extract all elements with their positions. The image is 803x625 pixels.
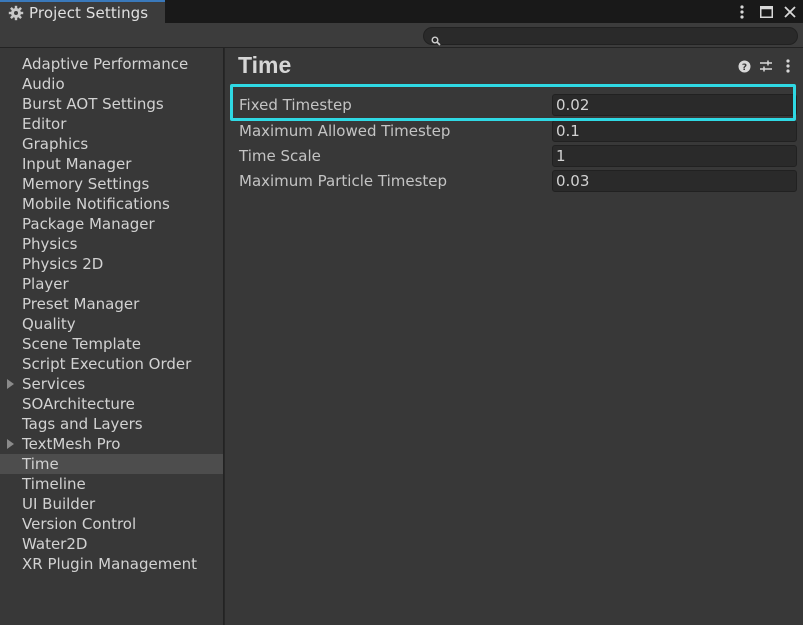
sidebar-item-label: Water2D [22,535,88,553]
search-icon [431,31,441,46]
sidebar-item-burst-aot-settings[interactable]: Burst AOT Settings [0,94,223,114]
sidebar-item-label: Preset Manager [22,295,140,313]
sidebar-item-label: Script Execution Order [22,355,192,373]
more-options-icon[interactable] [735,5,749,19]
sidebar-item-player[interactable]: Player [0,274,223,294]
sidebar-item-textmesh-pro[interactable]: TextMesh Pro [0,434,223,454]
sidebar-item-physics-2d[interactable]: Physics 2D [0,254,223,274]
settings-category-list: Adaptive Performance Audio Burst AOT Setti… [0,48,224,625]
sidebar-item-timeline[interactable]: Timeline [0,474,223,494]
sidebar-item-label: Time [22,455,59,473]
more-options-icon[interactable] [781,59,795,73]
sidebar-item-physics[interactable]: Physics [0,234,223,254]
sidebar-item-version-control[interactable]: Version Control [0,514,223,534]
sidebar-item-label: Burst AOT Settings [22,95,164,113]
sidebar-item-label: UI Builder [22,495,96,513]
sidebar-item-label: Adaptive Performance [22,55,189,73]
expand-arrow-icon[interactable] [7,439,14,449]
sidebar-item-label: Graphics [22,135,89,153]
sidebar-item-preset-manager[interactable]: Preset Manager [0,294,223,314]
time-settings-panel: Time ? Fixed Timestep Maximum Allowed Ti… [225,48,803,625]
sidebar-item-adaptive-performance[interactable]: Adaptive Performance [0,54,223,74]
svg-text:?: ? [741,63,746,73]
maximum-particle-timestep-row: Maximum Particle Timestep [239,170,799,192]
sidebar-item-editor[interactable]: Editor [0,114,223,134]
sidebar-item-package-manager[interactable]: Package Manager [0,214,223,234]
sidebar-item-xr-plugin-management[interactable]: XR Plugin Management [0,554,223,574]
sidebar-item-script-execution-order[interactable]: Script Execution Order [0,354,223,374]
sidebar-item-label: Player [22,275,69,293]
field-label: Maximum Allowed Timestep [239,122,451,140]
sidebar-item-label: Editor [22,115,67,133]
maximize-icon[interactable] [759,5,773,19]
sidebar-item-audio[interactable]: Audio [0,74,223,94]
sidebar-item-label: Package Manager [22,215,155,233]
sidebar-item-label: Physics 2D [22,255,104,273]
sidebar-item-tags-and-layers[interactable]: Tags and Layers [0,414,223,434]
time-scale-row: Time Scale [239,145,799,167]
sidebar-item-mobile-notifications[interactable]: Mobile Notifications [0,194,223,214]
sidebar-item-time[interactable]: Time [0,454,223,474]
field-label: Time Scale [239,147,321,165]
sidebar-item-label: Services [22,375,86,393]
field-label: Maximum Particle Timestep [239,172,448,190]
sidebar-item-label: TextMesh Pro [22,435,121,453]
presets-icon[interactable] [759,59,773,73]
maximum-particle-timestep-input[interactable] [552,170,797,192]
maximum-allowed-timestep-row: Maximum Allowed Timestep [239,120,799,142]
help-icon[interactable]: ? [737,59,751,73]
sidebar-item-water2d[interactable]: Water2D [0,534,223,554]
sidebar-item-label: Version Control [22,515,137,533]
project-settings-tab[interactable]: Project Settings [0,0,165,23]
sidebar-item-scene-template[interactable]: Scene Template [0,334,223,354]
sidebar-item-soarchitecture[interactable]: SOArchitecture [0,394,223,414]
sidebar-item-label: Scene Template [22,335,141,353]
sidebar-item-label: Input Manager [22,155,132,173]
toolbar [0,23,803,48]
expand-arrow-icon[interactable] [7,379,14,389]
sidebar-item-label: SOArchitecture [22,395,135,413]
page-title: Time [238,52,292,78]
window-title: Project Settings [29,3,149,22]
search-field[interactable] [423,27,798,46]
sidebar-item-quality[interactable]: Quality [0,314,223,334]
sidebar-item-label: XR Plugin Management [22,555,197,573]
sidebar-item-label: Quality [22,315,76,333]
sidebar-item-ui-builder[interactable]: UI Builder [0,494,223,514]
sidebar-item-label: Memory Settings [22,175,150,193]
close-icon[interactable] [783,5,797,19]
sidebar-item-label: Timeline [22,475,86,493]
sidebar-item-input-manager[interactable]: Input Manager [0,154,223,174]
sidebar-item-label: Tags and Layers [22,415,143,433]
sidebar-item-memory-settings[interactable]: Memory Settings [0,174,223,194]
fixed-timestep-input[interactable] [552,94,797,116]
title-bar: Project Settings [0,0,803,23]
gear-icon [8,5,24,21]
sidebar-item-label: Audio [22,75,65,93]
sidebar-item-graphics[interactable]: Graphics [0,134,223,154]
sidebar-item-label: Mobile Notifications [22,195,170,213]
field-label: Fixed Timestep [239,96,352,114]
sidebar-item-label: Physics [22,235,78,253]
sidebar-item-services[interactable]: Services [0,374,223,394]
maximum-allowed-timestep-input[interactable] [552,120,797,142]
fixed-timestep-row: Fixed Timestep [239,94,799,116]
time-scale-input[interactable] [552,145,797,167]
